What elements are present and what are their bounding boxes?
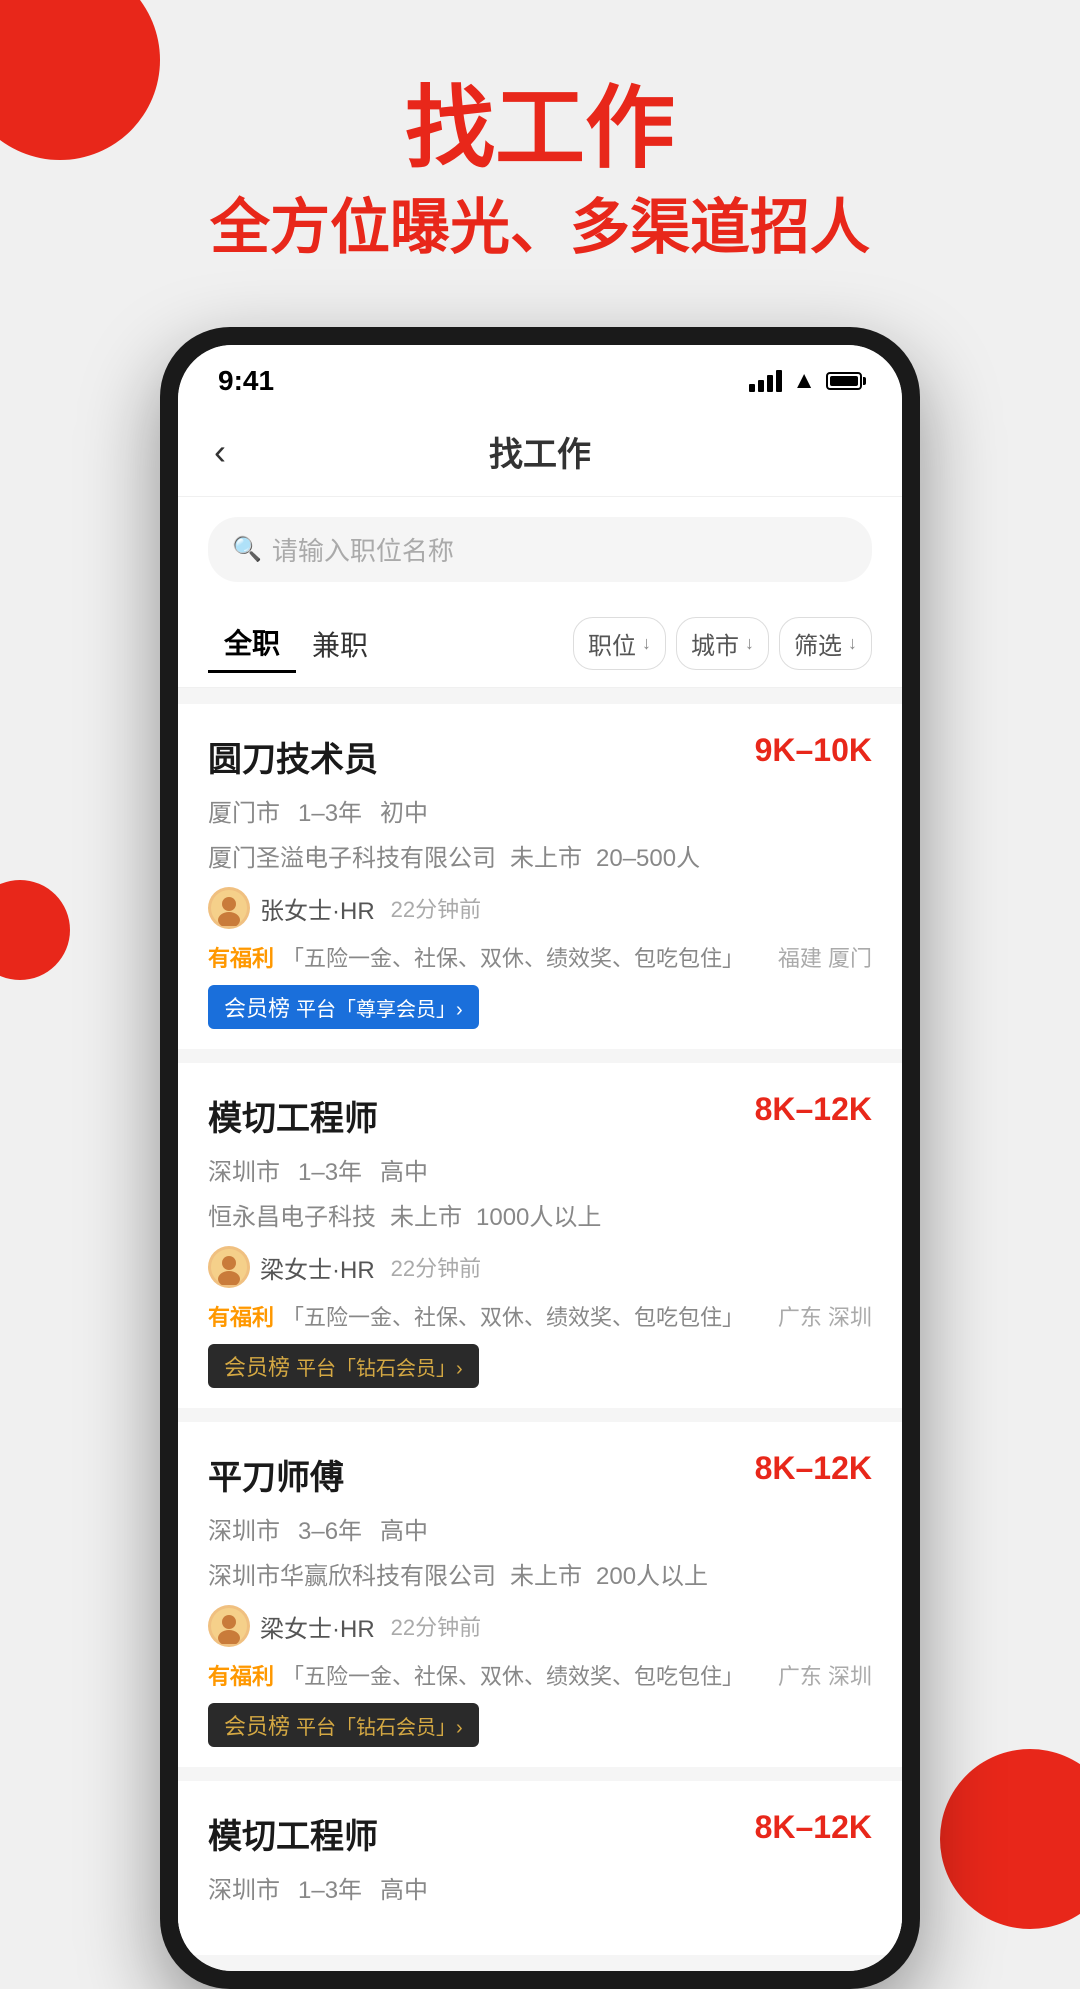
hr-name-3: 梁女士·HR [260,1609,375,1644]
hr-name-1: 张女士·HR [260,891,375,926]
company-info-3: 深圳市华赢欣科技有限公司未上市200人以上 [208,1556,872,1591]
job-benefits-1: 有福利「五险一金、社保、双休、绩效奖、包吃包住」 福建 厦门 [208,941,872,973]
job-salary-4: 8K–12K [755,1809,872,1846]
company-info-1: 厦门圣溢电子科技有限公司未上市20–500人 [208,838,872,873]
search-area: 🔍 请输入职位名称 [178,497,902,600]
member-badge-label-1: 会员榜 [224,991,290,1023]
wifi-icon: ▲ [792,367,816,395]
filter-btn-screen[interactable]: 筛选↓ [779,617,872,670]
search-input[interactable]: 请输入职位名称 [272,531,454,568]
company-info-2: 恒永昌电子科技未上市1000人以上 [208,1197,872,1232]
job-salary-3: 8K–12K [755,1450,872,1487]
hr-avatar-icon-2 [211,1249,247,1285]
hr-avatar-icon-1 [211,890,247,926]
nav-title: 找工作 [489,427,591,476]
job-meta-3: 深圳市3–6年高中 [208,1511,872,1546]
hr-info-3: 梁女士·HR 22分钟前 [208,1605,872,1647]
hr-avatar-2 [208,1246,250,1288]
top-nav: ‹ 找工作 [178,407,902,497]
member-badge-label-2: 会员榜 [224,1350,290,1382]
job-card-2[interactable]: 模切工程师 8K–12K 深圳市1–3年高中 恒永昌电子科技未上市1000人以上 [178,1063,902,1408]
job-card-1[interactable]: 圆刀技术员 9K–10K 厦门市1–3年初中 厦门圣溢电子科技有限公司未上市20… [178,704,902,1049]
job-title-1: 圆刀技术员 [208,732,378,781]
status-time: 9:41 [218,365,274,397]
hr-avatar-3 [208,1605,250,1647]
job-card-3[interactable]: 平刀师傅 8K–12K 深圳市3–6年高中 深圳市华赢欣科技有限公司未上市200… [178,1422,902,1767]
job-title-2: 模切工程师 [208,1091,378,1140]
member-badge-text-2: 平台「钻石会员」› [296,1352,463,1381]
job-salary-1: 9K–10K [755,732,872,769]
job-list: 圆刀技术员 9K–10K 厦门市1–3年初中 厦门圣溢电子科技有限公司未上市20… [178,688,902,1971]
filter-btn-city[interactable]: 城市↓ [676,617,769,670]
job-salary-2: 8K–12K [755,1091,872,1128]
job-meta-1: 厦门市1–3年初中 [208,793,872,828]
job-benefits-2: 有福利「五险一金、社保、双休、绩效奖、包吃包住」 广东 深圳 [208,1300,872,1332]
phone-wrapper: 9:41 ▲ ‹ [0,327,1080,1989]
hr-avatar-1 [208,887,250,929]
header-subtitle: 全方位曝光、多渠道招人 [0,189,1080,267]
hr-time-3: 22分钟前 [391,1610,481,1642]
hr-time-2: 22分钟前 [391,1251,481,1283]
job-card-4[interactable]: 模切工程师 8K–12K 深圳市1–3年高中 [178,1781,902,1955]
hr-avatar-icon-3 [211,1608,247,1644]
job-meta-2: 深圳市1–3年高中 [208,1152,872,1187]
job-meta-4: 深圳市1–3年高中 [208,1870,872,1905]
job-benefits-3: 有福利「五险一金、社保、双休、绩效奖、包吃包住」 广东 深圳 [208,1659,872,1691]
hr-info-2: 梁女士·HR 22分钟前 [208,1246,872,1288]
status-icons: ▲ [749,367,862,395]
filter-tab-fulltime[interactable]: 全职 [208,614,296,673]
phone-inner: 9:41 ▲ ‹ [178,345,902,1971]
job-title-3: 平刀师傅 [208,1450,344,1499]
member-badge-text-1: 平台「尊享会员」› [296,993,463,1022]
member-badge-text-3: 平台「钻石会员」› [296,1711,463,1740]
filter-bar: 全职 兼职 职位↓ 城市↓ 筛选↓ [178,600,902,688]
member-badge-2[interactable]: 会员榜 平台「钻石会员」› [208,1344,479,1388]
hr-time-1: 22分钟前 [391,892,481,924]
search-box[interactable]: 🔍 请输入职位名称 [208,517,872,582]
member-badge-3[interactable]: 会员榜 平台「钻石会员」› [208,1703,479,1747]
status-bar: 9:41 ▲ [178,345,902,407]
signal-bars-icon [749,370,782,392]
filter-btn-position[interactable]: 职位↓ [573,617,666,670]
search-icon: 🔍 [232,535,262,564]
back-button[interactable]: ‹ [214,431,226,473]
header-area: 找工作 全方位曝光、多渠道招人 [0,0,1080,327]
phone-frame: 9:41 ▲ ‹ [160,327,920,1989]
hr-name-2: 梁女士·HR [260,1250,375,1285]
member-badge-1[interactable]: 会员榜 平台「尊享会员」› [208,985,479,1029]
hr-info-1: 张女士·HR 22分钟前 [208,887,872,929]
header-title: 找工作 [0,80,1080,179]
job-title-4: 模切工程师 [208,1809,378,1858]
app-content: ‹ 找工作 🔍 请输入职位名称 全职 兼职 职位↓ 城市↓ [178,407,902,1971]
battery-icon [826,372,862,390]
member-badge-label-3: 会员榜 [224,1709,290,1741]
filter-tab-parttime[interactable]: 兼职 [296,616,384,672]
